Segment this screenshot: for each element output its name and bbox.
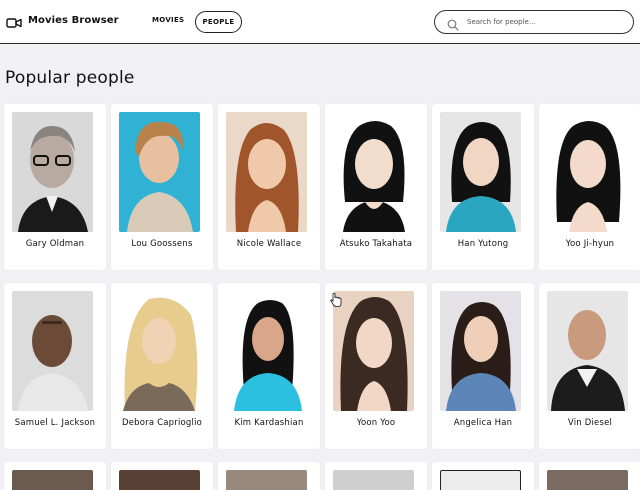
person-card[interactable]: Gary Oldman (4, 104, 106, 270)
person-card[interactable]: Nicole Wallace (218, 104, 320, 270)
person-name: Gary Oldman (25, 239, 85, 249)
person-name: Lou Goossens (131, 239, 193, 249)
person-name: Yoon Yoo (356, 418, 396, 428)
person-card[interactable]: Debora Caprioglio (111, 283, 213, 449)
person-name: Angelica Han (453, 418, 513, 428)
person-photo (440, 291, 521, 411)
person-card[interactable]: Yoon Yoo (325, 283, 427, 449)
person-card[interactable]: Samuel L. Jackson (4, 283, 106, 449)
person-card[interactable] (325, 462, 427, 490)
video-camera-icon (6, 14, 22, 28)
person-name: Yoo Ji-hyun (565, 239, 615, 249)
person-card[interactable]: Vin Diesel (539, 283, 640, 449)
person-photo (12, 112, 93, 232)
person-photo (440, 112, 521, 232)
app-logo[interactable]: Movies Browser (6, 14, 119, 28)
person-card[interactable]: Atsuko Takahata (325, 104, 427, 270)
search-box[interactable] (434, 10, 634, 34)
hand-cursor-icon (330, 292, 342, 307)
person-card[interactable]: Yoo Ji-hyun (539, 104, 640, 270)
person-card[interactable] (218, 462, 320, 490)
person-name: Han Yutong (457, 239, 509, 249)
person-name: Vin Diesel (567, 418, 613, 428)
nav-movies-link[interactable]: MOVIES (152, 16, 184, 24)
person-card[interactable]: Lou Goossens (111, 104, 213, 270)
person-name: Kim Kardashian (234, 418, 304, 428)
person-card[interactable] (111, 462, 213, 490)
person-photo (333, 112, 414, 232)
top-bar: Movies Browser MOVIES PEOPLE (0, 0, 640, 44)
page-title: Popular people (5, 68, 135, 88)
person-photo (119, 470, 200, 490)
person-photo (547, 112, 628, 232)
person-card[interactable]: Han Yutong (432, 104, 534, 270)
person-name: Debora Caprioglio (121, 418, 203, 428)
search-input[interactable] (467, 18, 627, 26)
person-card[interactable] (432, 462, 534, 490)
person-photo (226, 470, 307, 490)
person-name: Atsuko Takahata (339, 239, 413, 249)
person-card[interactable] (4, 462, 106, 490)
person-photo (119, 291, 200, 411)
person-photo (12, 291, 93, 411)
person-card[interactable]: Angelica Han (432, 283, 534, 449)
person-photo (440, 470, 521, 490)
person-name: Nicole Wallace (236, 239, 302, 249)
person-photo (119, 112, 200, 232)
person-photo (547, 291, 628, 411)
person-photo (12, 470, 93, 490)
person-photo (547, 470, 628, 490)
nav-people-link[interactable]: PEOPLE (195, 11, 242, 33)
person-card[interactable] (539, 462, 640, 490)
app-title: Movies Browser (28, 14, 119, 26)
search-icon (447, 16, 459, 31)
person-photo (333, 291, 414, 411)
person-photo (226, 291, 307, 411)
person-card[interactable]: Kim Kardashian (218, 283, 320, 449)
person-photo (333, 470, 414, 490)
person-name: Samuel L. Jackson (14, 418, 96, 428)
person-photo (226, 112, 307, 232)
